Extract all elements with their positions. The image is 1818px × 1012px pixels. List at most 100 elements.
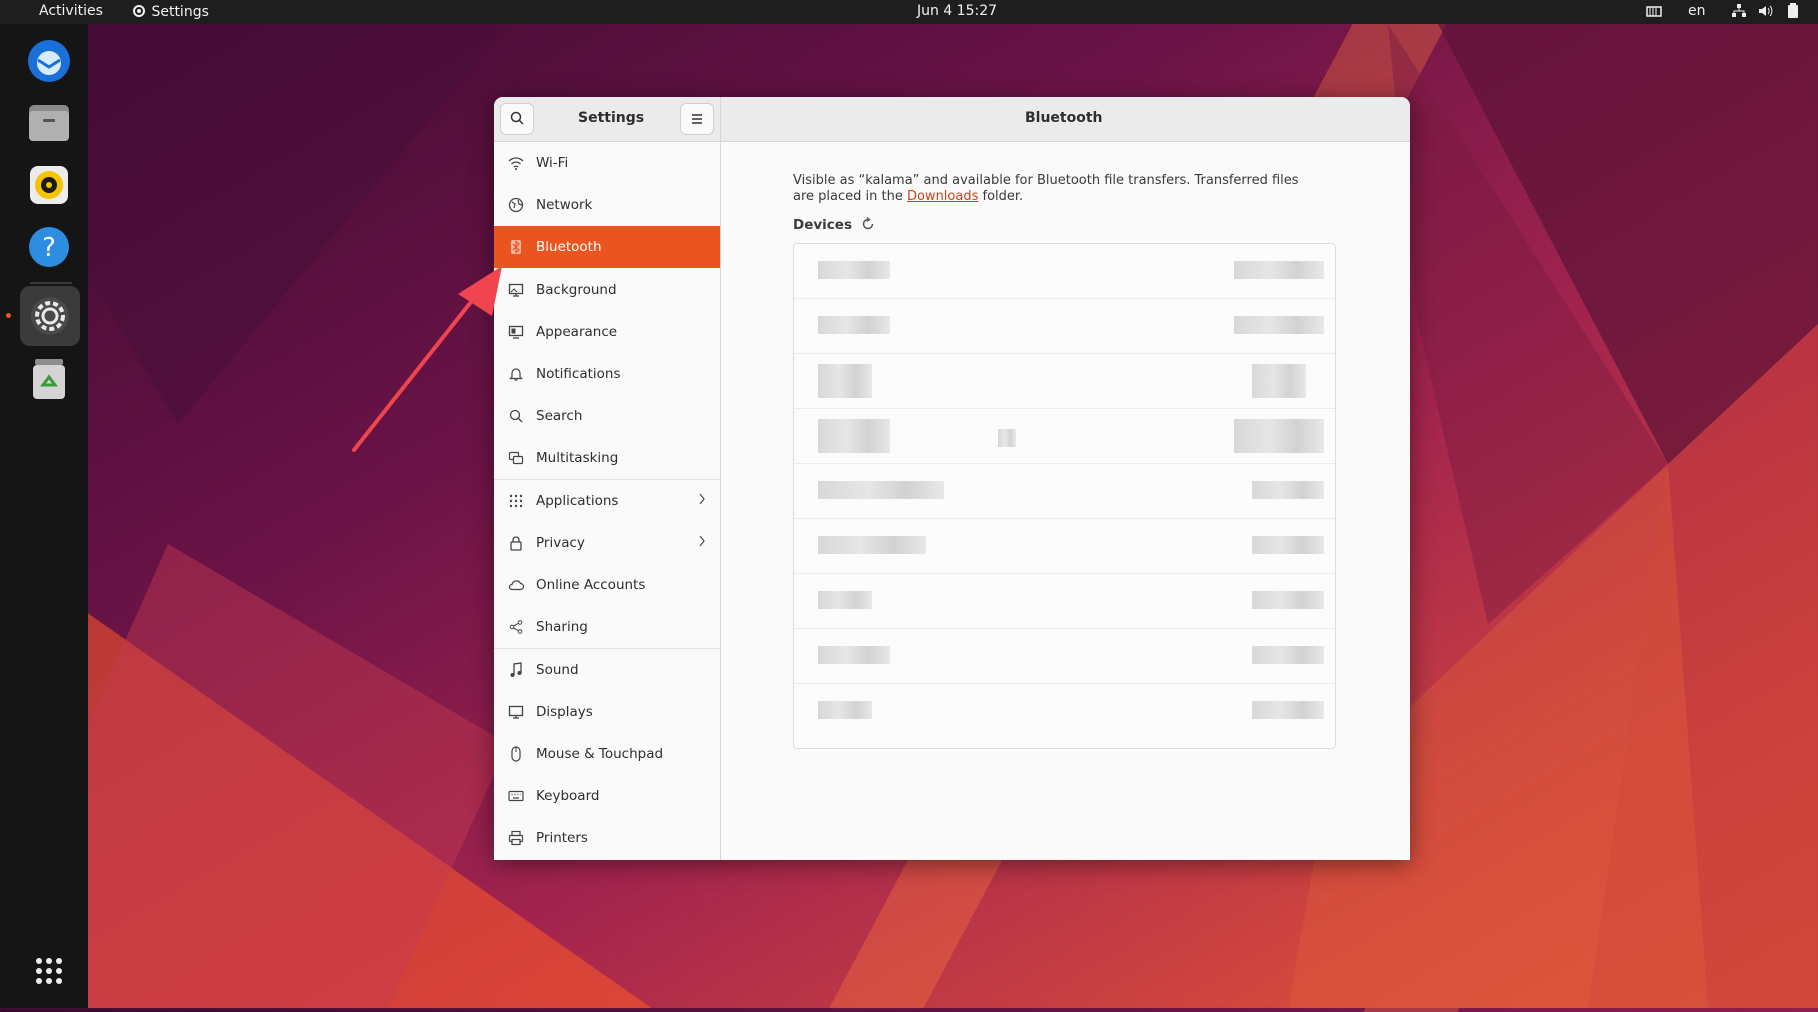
redacted-device-status — [1252, 364, 1306, 398]
visibility-description: Visible as “kalama” and available for Bl… — [793, 173, 1313, 205]
sidebar-item-sharing[interactable]: Sharing — [494, 606, 720, 648]
redacted-device-status — [1252, 536, 1324, 554]
volume-icon[interactable] — [1757, 3, 1773, 23]
sidebar-item-bluetooth[interactable]: Bluetooth — [494, 226, 720, 268]
network-wired-icon[interactable] — [1731, 3, 1747, 23]
dock: ? — [0, 24, 88, 1008]
sidebar-item-label: Printers — [536, 830, 588, 846]
redacted-device-detail — [998, 429, 1016, 447]
redacted-device-name — [818, 701, 872, 719]
sidebar-item-sound[interactable]: Sound — [494, 649, 720, 691]
page-title: Bluetooth — [1025, 110, 1103, 126]
device-row-redacted[interactable] — [794, 244, 1335, 299]
sidebar-item-privacy[interactable]: Privacy — [494, 522, 720, 564]
sidebar-item-label: Search — [536, 408, 583, 424]
app-menu-label: Settings — [151, 4, 209, 20]
trash-icon[interactable] — [24, 354, 74, 404]
sidebar-item-label: Privacy — [536, 535, 585, 551]
settings-window: Settings Bluetooth Wi-Fi Network Bluetoo… — [494, 97, 1410, 860]
sidebar-item-online-accounts[interactable]: Online Accounts — [494, 564, 720, 606]
input-method-icon[interactable] — [1645, 3, 1663, 23]
redacted-device-status — [1252, 646, 1324, 664]
search-icon — [510, 110, 524, 129]
chevron-right-icon — [698, 534, 706, 552]
wifi-icon — [506, 153, 526, 173]
sidebar-item-label: Multitasking — [536, 450, 619, 466]
music-note-icon — [506, 660, 526, 680]
sidebar-item-label: Network — [536, 197, 593, 213]
printer-icon — [506, 828, 526, 848]
redacted-device-status — [1234, 316, 1324, 334]
redacted-device-status — [1234, 419, 1324, 453]
devices-list — [793, 243, 1336, 749]
display-icon — [506, 702, 526, 722]
sidebar-item-displays[interactable]: Displays — [494, 691, 720, 733]
sidebar-item-appearance[interactable]: Appearance — [494, 311, 720, 353]
app-menu[interactable]: Settings — [131, 3, 209, 23]
device-row-redacted[interactable] — [794, 299, 1335, 354]
device-row-redacted[interactable] — [794, 354, 1335, 409]
search-button[interactable] — [500, 103, 534, 135]
sidebar-item-wifi[interactable]: Wi-Fi — [494, 142, 720, 184]
redacted-device-name — [818, 364, 872, 398]
settings-icon[interactable] — [20, 286, 80, 346]
visibility-text-end: folder. — [978, 189, 1024, 204]
bluetooth-icon — [506, 237, 526, 257]
top-bar: Activities Settings Jun 4 15:27 en — [0, 0, 1818, 24]
app-grid-icon[interactable] — [24, 946, 74, 996]
sidebar-item-label: Sharing — [536, 619, 588, 635]
sidebar-item-keyboard[interactable]: Keyboard — [494, 775, 720, 817]
sidebar-item-network[interactable]: Network — [494, 184, 720, 226]
apps-grid-icon — [506, 491, 526, 511]
sidebar-item-label: Notifications — [536, 366, 621, 382]
redacted-device-status — [1252, 591, 1324, 609]
keyboard-icon — [506, 786, 526, 806]
sidebar-item-applications[interactable]: Applications — [494, 480, 720, 522]
sidebar-item-search[interactable]: Search — [494, 395, 720, 437]
cloud-icon — [506, 575, 526, 595]
device-row-redacted[interactable] — [794, 574, 1335, 629]
device-row-redacted[interactable] — [794, 684, 1335, 738]
device-row-redacted[interactable] — [794, 629, 1335, 684]
content-header: Bluetooth — [721, 97, 1410, 142]
settings-sidebar: Wi-Fi Network Bluetooth Background Appea… — [494, 142, 721, 860]
language-indicator[interactable]: en — [1688, 3, 1706, 19]
gear-icon — [131, 3, 147, 23]
main-menu-button[interactable] — [680, 103, 714, 135]
sidebar-title: Settings — [578, 110, 645, 126]
rhythmbox-icon[interactable] — [24, 160, 74, 210]
clock[interactable]: Jun 4 15:27 — [917, 3, 997, 19]
sidebar-item-printers[interactable]: Printers — [494, 817, 720, 859]
redacted-device-name — [818, 646, 890, 664]
chevron-right-icon — [698, 492, 706, 510]
activities-button[interactable]: Activities — [39, 3, 103, 19]
sidebar-item-mouse-touchpad[interactable]: Mouse & Touchpad — [494, 733, 720, 775]
redacted-device-name — [818, 419, 890, 453]
redacted-device-name — [818, 316, 890, 334]
sidebar-item-label: Bluetooth — [536, 239, 602, 255]
bluetooth-panel: Visible as “kalama” and available for Bl… — [721, 142, 1410, 860]
sidebar-item-label: Online Accounts — [536, 577, 646, 593]
redacted-device-name — [818, 261, 890, 279]
sidebar-item-label: Applications — [536, 493, 619, 509]
sidebar-item-label: Sound — [536, 662, 579, 678]
sidebar-item-background[interactable]: Background — [494, 269, 720, 311]
lock-icon — [506, 533, 526, 553]
device-row-redacted[interactable] — [794, 409, 1335, 464]
redacted-device-status — [1252, 701, 1324, 719]
network-icon — [506, 195, 526, 215]
sidebar-item-notifications[interactable]: Notifications — [494, 353, 720, 395]
downloads-link[interactable]: Downloads — [907, 189, 978, 204]
device-row-redacted[interactable] — [794, 464, 1335, 519]
help-icon[interactable]: ? — [24, 222, 74, 272]
battery-icon[interactable] — [1787, 3, 1799, 23]
sidebar-item-multitasking[interactable]: Multitasking — [494, 437, 720, 479]
dock-separator — [30, 282, 72, 284]
thunderbird-icon[interactable] — [24, 36, 74, 86]
device-row-redacted[interactable] — [794, 519, 1335, 574]
sidebar-item-label: Keyboard — [536, 788, 600, 804]
hamburger-icon — [691, 110, 703, 129]
sidebar-item-label: Appearance — [536, 324, 618, 340]
sidebar-item-label: Wi-Fi — [536, 155, 569, 171]
files-icon[interactable] — [24, 98, 74, 148]
